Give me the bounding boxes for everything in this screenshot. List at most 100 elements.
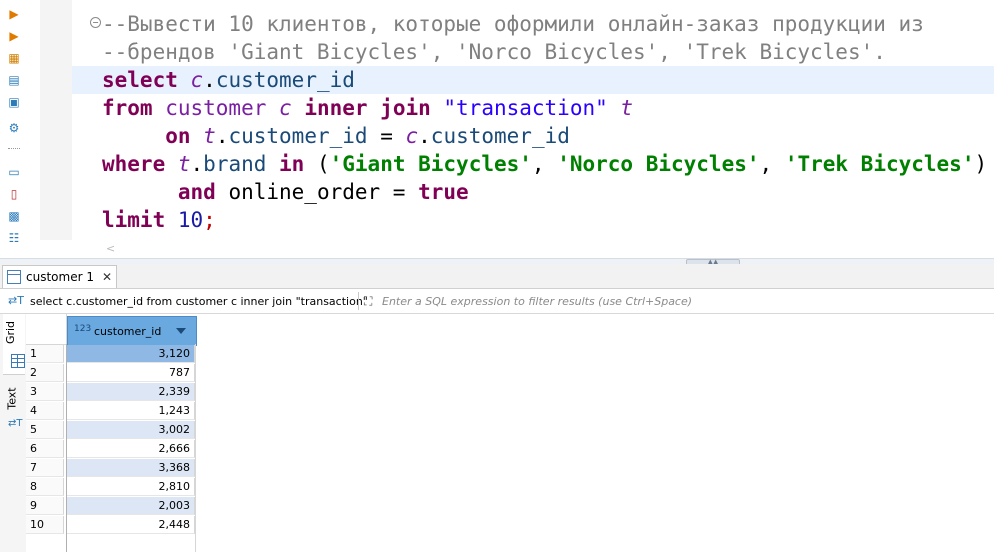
row-number[interactable]: 8 xyxy=(26,478,64,496)
code-token: t xyxy=(177,152,191,176)
code-line[interactable]: limit 10; xyxy=(102,206,987,234)
export-icon[interactable]: ▭ xyxy=(6,164,22,180)
script-icon[interactable]: ▤ xyxy=(6,72,22,88)
code-token: online_order = xyxy=(228,180,419,204)
table-row[interactable]: 6 2,666 xyxy=(26,440,196,459)
fold-icon[interactable]: − xyxy=(90,17,101,28)
table-row[interactable]: 8 2,810 xyxy=(26,478,196,497)
column-header-label: customer_id xyxy=(94,325,162,338)
tab-text[interactable]: Text ⇄T xyxy=(3,380,25,434)
row-number[interactable]: 4 xyxy=(26,402,64,420)
code-line[interactable]: on t.customer_id = c.customer_id xyxy=(102,122,987,150)
tab-text-label: Text xyxy=(5,387,19,410)
table-row[interactable]: 9 2,003 xyxy=(26,497,196,516)
code-token: brand xyxy=(203,152,280,176)
code-token: and xyxy=(177,180,229,204)
code-token: c xyxy=(190,68,204,92)
tab-customer-1[interactable]: customer 1 ✕ xyxy=(2,265,118,288)
table-row[interactable]: 10 2,448 xyxy=(26,516,196,535)
code-token: ) xyxy=(974,152,988,176)
code-token: limit xyxy=(102,208,178,232)
row-number[interactable]: 1 xyxy=(26,345,64,363)
filter-expand-icon[interactable]: ⛶ xyxy=(364,294,372,309)
code-line[interactable]: where t.brand in ('Giant Bicycles', 'Nor… xyxy=(102,150,987,178)
format-icon[interactable]: ▩ xyxy=(6,208,22,224)
customer-id-cell[interactable]: 3,120 xyxy=(67,345,195,363)
customer-id-cell[interactable]: 787 xyxy=(67,364,195,382)
grid-corner xyxy=(26,314,67,345)
customer-id-cell[interactable]: 1,243 xyxy=(67,402,195,420)
customer-id-cell[interactable]: 2,339 xyxy=(67,383,195,401)
code-token: inner join xyxy=(304,96,444,120)
customer-id-cell[interactable]: 3,002 xyxy=(67,421,195,439)
tab-grid[interactable]: Grid xyxy=(3,314,25,375)
sort-descending-icon[interactable] xyxy=(176,328,186,334)
code-token: = xyxy=(367,124,406,148)
customer-id-cell[interactable]: 2,810 xyxy=(67,478,195,496)
row-number[interactable]: 10 xyxy=(26,516,64,534)
code-token: 'Giant Bicycles' xyxy=(329,152,532,176)
outline-icon[interactable]: ☷ xyxy=(6,230,22,246)
results-tab-bar: customer 1 ✕ xyxy=(0,264,994,289)
explain-icon[interactable]: ▦ xyxy=(6,50,22,66)
code-token: 'Trek Bicycles' xyxy=(784,152,975,176)
table-row[interactable]: 1 3,120 xyxy=(26,345,196,364)
row-number[interactable]: 7 xyxy=(26,459,64,477)
code-token: from xyxy=(102,96,166,120)
editor-gutter xyxy=(40,0,72,240)
table-row[interactable]: 2 787 xyxy=(26,364,196,383)
code-token: c xyxy=(405,124,419,148)
code-token: --Вывести 10 клиентов, которые оформили … xyxy=(102,12,924,36)
code-token: t xyxy=(203,124,216,148)
code-token: c xyxy=(279,96,305,120)
filter-divider xyxy=(358,292,359,310)
customer-id-cell[interactable]: 2,003 xyxy=(67,497,195,515)
row-number[interactable]: 3 xyxy=(26,383,64,401)
scroll-left-icon[interactable]: < xyxy=(106,242,115,255)
table-row[interactable]: 5 3,002 xyxy=(26,421,196,440)
code-token: where xyxy=(102,152,178,176)
results-grid[interactable]: 123 customer_id 1 3,120 2 787 3 2,339 4 1,243 5 3… xyxy=(26,314,994,552)
import-icon[interactable]: ▯ xyxy=(6,186,22,202)
console-icon[interactable]: ▣ xyxy=(6,94,22,110)
code-line[interactable]: and online_order = true xyxy=(102,178,987,206)
editor-horizontal-scrollbar[interactable]: < xyxy=(102,242,994,256)
filter-input[interactable]: Enter a SQL expression to filter results… xyxy=(382,295,692,308)
code-token: 10 xyxy=(177,208,204,232)
row-number[interactable]: 9 xyxy=(26,497,64,515)
column-divider xyxy=(195,344,196,552)
customer-id-cell[interactable]: 2,448 xyxy=(67,516,195,534)
table-icon xyxy=(7,270,21,284)
numeric-type-icon: 123 xyxy=(74,324,92,334)
editor-toolbar: ▶ ▶ ▦ ▤ ▣ ⚙ ▭ ▯ ▩ ☷ xyxy=(0,0,30,262)
row-number[interactable]: 6 xyxy=(26,440,64,458)
code-line[interactable]: --Вывести 10 клиентов, которые оформили … xyxy=(102,10,987,38)
code-token: true xyxy=(418,180,469,204)
run-script-icon[interactable]: ▶ xyxy=(6,28,22,44)
code-token: , xyxy=(531,152,558,176)
code-line[interactable]: --брендов 'Giant Bicycles', 'Norco Bicyc… xyxy=(102,38,987,66)
code-token: . xyxy=(203,68,216,92)
code-line[interactable]: select c.customer_id xyxy=(102,66,987,94)
column-header-customer-id[interactable]: 123 customer_id xyxy=(67,316,197,346)
table-row[interactable]: 7 3,368 xyxy=(26,459,196,478)
customer-id-cell[interactable]: 3,368 xyxy=(67,459,195,477)
close-icon[interactable]: ✕ xyxy=(102,270,112,284)
run-icon[interactable]: ▶ xyxy=(6,6,22,22)
query-text[interactable]: select c.customer_id from customer c inn… xyxy=(30,295,368,308)
row-number[interactable]: 5 xyxy=(26,421,64,439)
query-icon: ⇄T xyxy=(8,294,24,307)
code-token: . xyxy=(418,124,431,148)
tab-label: customer 1 xyxy=(26,270,94,284)
code-line[interactable]: from customer c inner join "transaction"… xyxy=(102,94,987,122)
table-row[interactable]: 4 1,243 xyxy=(26,402,196,421)
sql-code[interactable]: --Вывести 10 клиентов, которые оформили … xyxy=(102,10,987,234)
sql-editor[interactable]: − --Вывести 10 клиентов, которые оформил… xyxy=(30,0,994,258)
settings-icon[interactable]: ⚙ xyxy=(6,120,22,136)
table-row[interactable]: 3 2,339 xyxy=(26,383,196,402)
tab-grid-label: Grid xyxy=(4,320,18,345)
row-number[interactable]: 2 xyxy=(26,364,64,382)
code-token: in xyxy=(279,152,317,176)
customer-id-cell[interactable]: 2,666 xyxy=(67,440,195,458)
